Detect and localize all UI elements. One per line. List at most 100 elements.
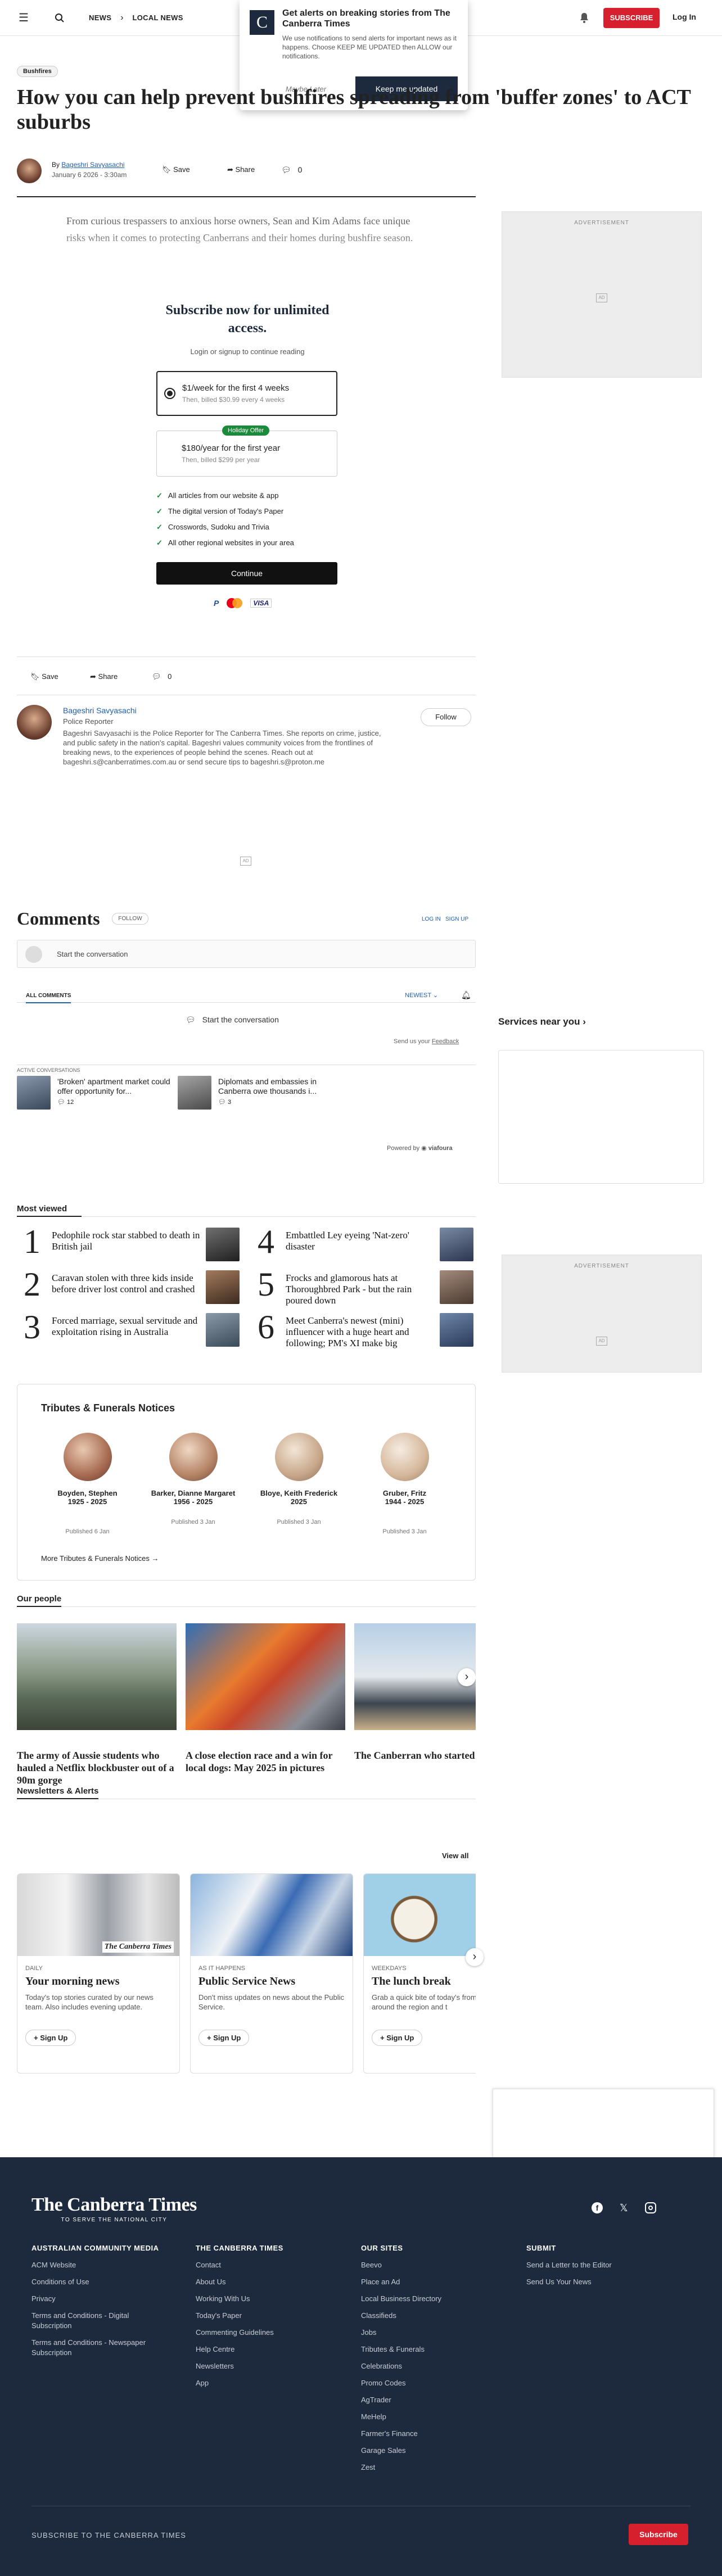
active-conversation[interactable]: 'Broken' apartment market could offer op… xyxy=(17,1076,180,1110)
footer-link[interactable]: Classifieds xyxy=(361,2311,507,2321)
plan-yearly-price: $180/year for the first year xyxy=(182,443,281,453)
footer-link[interactable]: Promo Codes xyxy=(361,2378,507,2388)
menu-icon[interactable]: ☰ xyxy=(17,11,30,25)
footer-link[interactable]: About Us xyxy=(196,2277,342,2287)
most-viewed-item[interactable]: 4 Embattled Ley eyeing 'Nat-zero' disast… xyxy=(251,1225,476,1262)
nav-local-news[interactable]: LOCAL NEWS xyxy=(133,13,183,22)
most-viewed-thumbnail xyxy=(206,1270,240,1304)
sort-dropdown[interactable]: NEWEST ⌄ xyxy=(405,992,438,999)
footer-link[interactable]: Commenting Guidelines xyxy=(196,2328,342,2338)
paywall-login-text[interactable]: Login or signup to continue reading xyxy=(156,347,339,356)
comments-login[interactable]: LOG IN xyxy=(422,916,441,922)
footer-link[interactable]: MeHelp xyxy=(361,2412,507,2422)
ad-placeholder-icon: AD xyxy=(240,857,251,866)
comment-input[interactable]: Start the conversation xyxy=(17,940,476,968)
comments-follow-button[interactable]: FOLLOW xyxy=(112,913,148,925)
footer-link[interactable]: Local Business Directory xyxy=(361,2294,507,2304)
footer-link[interactable]: Beevo xyxy=(361,2260,507,2270)
plan-yearly[interactable]: Holiday Offer $180/year for the first ye… xyxy=(156,425,337,477)
rank-number: 2 xyxy=(24,1266,40,1303)
author-name-link[interactable]: Bageshri Savyasachi xyxy=(63,706,137,715)
footer-link[interactable]: Terms and Conditions - Newspaper Subscri… xyxy=(31,2338,172,2358)
bell-icon[interactable] xyxy=(577,11,591,25)
view-all-link[interactable]: View all xyxy=(442,1851,468,1860)
more-tributes-link[interactable]: More Tributes & Funerals Notices → xyxy=(41,1554,159,1563)
footer-link[interactable]: Tributes & Funerals xyxy=(361,2344,507,2355)
most-viewed-item[interactable]: 2 Caravan stolen with three kids inside … xyxy=(17,1266,242,1305)
search-icon[interactable] xyxy=(53,11,66,25)
comments-signup[interactable]: SIGN UP xyxy=(445,916,468,922)
comments-title: Comments xyxy=(17,908,100,929)
author-link[interactable]: Bageshri Savyasachi xyxy=(61,161,124,169)
services-title[interactable]: Services near you › xyxy=(498,1016,586,1027)
subscribe-button[interactable]: SUBSCRIBE xyxy=(603,8,660,28)
footer-link[interactable]: Place an Ad xyxy=(361,2277,507,2287)
save-button-bottom[interactable]: 🔖︎ Save xyxy=(30,672,58,681)
footer-logo[interactable]: The Canberra Times TO SERVE THE NATIONAL… xyxy=(31,2194,197,2223)
story-card[interactable]: The Canberran who started Zambrero resta… xyxy=(354,1623,476,1762)
active-conversation[interactable]: Diplomats and embassies in Canberra owe … xyxy=(178,1076,341,1110)
share-button[interactable]: ➦ Share xyxy=(227,165,255,174)
tribute-card[interactable]: Gruber, Fritz 1944 - 2025 Published 3 Ja… xyxy=(358,1433,451,1535)
start-conversation-button[interactable]: 💬︎ Start the conversation xyxy=(186,1015,279,1025)
newsletter-signup-button[interactable]: + Sign Up xyxy=(372,2030,423,2046)
footer-link[interactable]: AgTrader xyxy=(361,2395,507,2405)
notifications-bell-icon[interactable]: 🔔︎ xyxy=(461,990,471,1000)
newsletter-signup-button[interactable]: + Sign Up xyxy=(25,2030,76,2046)
tribute-card[interactable]: Boyden, Stephen 1925 - 2025 Published 6 … xyxy=(41,1433,134,1535)
newsletter-card[interactable]: WEEKDAYS The lunch break Grab a quick bi… xyxy=(363,1873,476,2074)
article-lede: From curious trespassers to anxious hors… xyxy=(66,215,413,243)
save-button[interactable]: 🔖︎ Save xyxy=(162,165,190,174)
footer-link[interactable]: Send Us Your News xyxy=(526,2277,684,2287)
footer-link[interactable]: Working With Us xyxy=(196,2294,342,2304)
newsletter-card[interactable]: The Canberra Times DAILY Your morning ne… xyxy=(17,1873,180,2074)
footer-link[interactable]: Help Centre xyxy=(196,2344,342,2355)
share-button-bottom[interactable]: ➦ Share xyxy=(90,672,118,681)
footer-subscribe-text: SUBSCRIBE TO THE CANBERRA TIMES xyxy=(31,2531,186,2539)
instagram-icon[interactable] xyxy=(644,2202,656,2213)
nav-news[interactable]: NEWS xyxy=(89,13,111,22)
continue-button[interactable]: Continue xyxy=(156,562,337,585)
ad-label: ADVERTISEMENT xyxy=(574,220,629,226)
tribute-card[interactable]: Barker, Dianne Margaret 1956 - 2025 Publ… xyxy=(147,1433,240,1525)
footer-link[interactable]: Zest xyxy=(361,2462,507,2473)
x-twitter-icon[interactable]: 𝕏 xyxy=(620,2202,628,2213)
newsletter-card[interactable]: AS IT HAPPENS Public Service News Don't … xyxy=(190,1873,353,2074)
footer-link[interactable]: ACM Website xyxy=(31,2260,189,2270)
footer-link[interactable]: Conditions of Use xyxy=(31,2277,189,2287)
footer-link[interactable]: App xyxy=(196,2378,342,2388)
topic-tag[interactable]: Bushfires xyxy=(17,66,58,77)
carousel-next-button[interactable]: › xyxy=(458,1668,476,1686)
story-card[interactable]: The army of Aussie students who hauled a… xyxy=(17,1623,177,1786)
footer-link[interactable]: Celebrations xyxy=(361,2361,507,2371)
most-viewed-item[interactable]: 3 Forced marriage, sexual servitude and … xyxy=(17,1310,242,1348)
most-viewed-item[interactable]: 5 Frocks and glamorous hats at Thoroughb… xyxy=(251,1267,476,1306)
most-viewed-title: Caravan stolen with three kids inside be… xyxy=(52,1273,195,1294)
facebook-icon[interactable]: f xyxy=(592,2202,603,2213)
comment-button-bottom[interactable]: 💬︎ 0 xyxy=(152,672,172,681)
comment-count-button[interactable]: 💬︎ 0 xyxy=(281,165,302,175)
story-card[interactable]: A close election race and a win for loca… xyxy=(186,1623,345,1774)
newsletters-next-button[interactable]: › xyxy=(466,1948,484,1966)
footer-link[interactable]: Today's Paper xyxy=(196,2311,342,2321)
footer-link[interactable]: Privacy xyxy=(31,2294,189,2304)
feedback-link[interactable]: Feedback xyxy=(432,1038,459,1045)
tribute-card[interactable]: Bloye, Keith Frederick 2025 Published 3 … xyxy=(252,1433,345,1525)
footer-link[interactable]: Farmer's Finance xyxy=(361,2429,507,2439)
footer-link[interactable]: Contact xyxy=(196,2260,342,2270)
footer-link[interactable]: Send a Letter to the Editor xyxy=(526,2260,684,2270)
tribute-photo xyxy=(169,1433,218,1481)
footer-link[interactable]: Jobs xyxy=(361,2328,507,2338)
login-link[interactable]: Log In xyxy=(673,12,696,21)
footer-subscribe-button[interactable]: Subscribe xyxy=(629,2524,688,2545)
footer-link[interactable]: Terms and Conditions - Digital Subscript… xyxy=(31,2311,161,2331)
tab-all-comments[interactable]: ALL COMMENTS xyxy=(26,993,71,1003)
follow-button[interactable]: Follow xyxy=(421,708,471,726)
footer-link[interactable]: Newsletters xyxy=(196,2361,342,2371)
footer-link[interactable]: Garage Sales xyxy=(361,2446,507,2456)
newsletter-signup-button[interactable]: + Sign Up xyxy=(198,2030,250,2046)
most-viewed-item[interactable]: 1 Pedophile rock star stabbed to death i… xyxy=(17,1225,242,1262)
plan-weekly[interactable]: $1/week for the first 4 weeks Then, bill… xyxy=(156,371,337,416)
most-viewed-item[interactable]: 6 Meet Canberra's newest (mini) influenc… xyxy=(251,1310,476,1348)
author-bio: Bageshri Savyasachi is the Police Report… xyxy=(63,729,381,766)
